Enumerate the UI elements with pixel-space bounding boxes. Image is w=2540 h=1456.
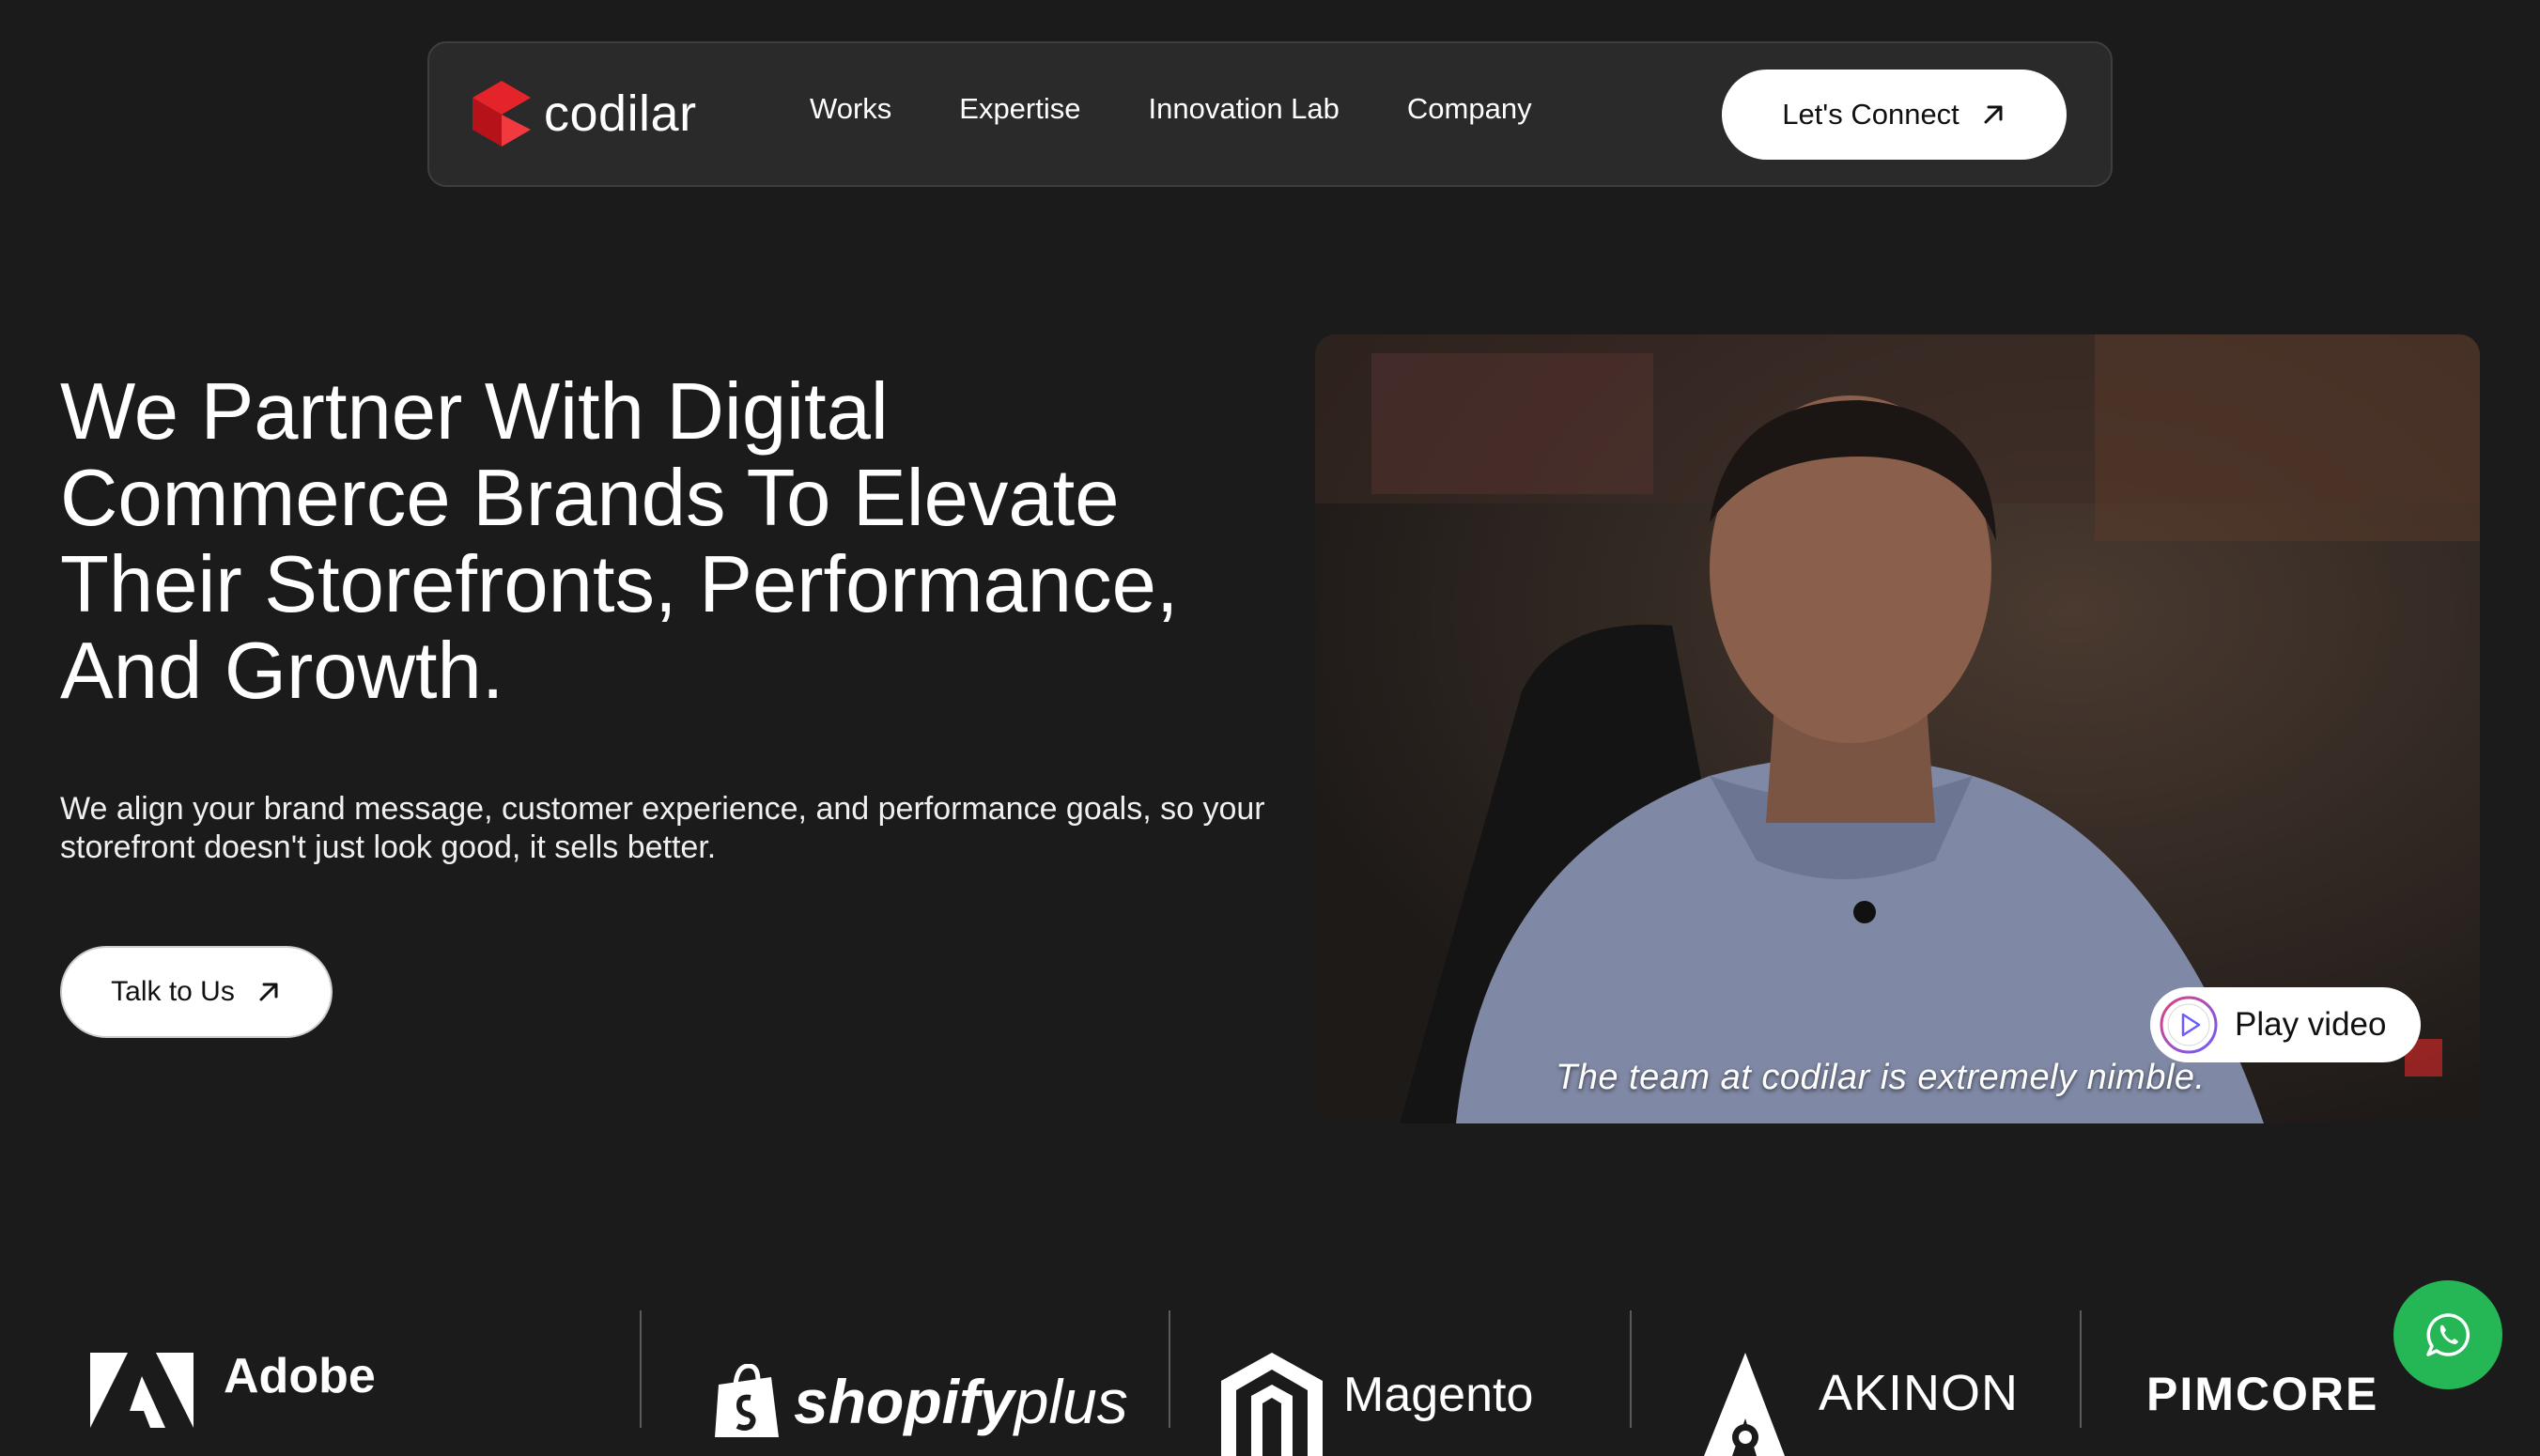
- magento-icon: [1221, 1353, 1323, 1456]
- shopify-plus-partner-logo: shopify plus: [709, 1364, 1128, 1439]
- logo-divider: [1169, 1310, 1170, 1428]
- nav-link-expertise[interactable]: Expertise: [959, 92, 1080, 126]
- adobe-name: Adobe: [224, 1349, 376, 1403]
- magento-partner-logo: Magento: [1221, 1353, 1533, 1456]
- talk-to-us-button[interactable]: Talk to Us: [60, 946, 333, 1038]
- lets-connect-button[interactable]: Let's Connect: [1722, 70, 2067, 160]
- play-video-label: Play video: [2235, 1006, 2387, 1043]
- hero-title: We Partner With Digital Commerce Brands …: [60, 367, 1179, 716]
- logo-divider: [640, 1310, 642, 1428]
- shopify-bag-icon: [715, 1364, 779, 1437]
- nav-link-innovation-lab[interactable]: Innovation Lab: [1149, 92, 1340, 126]
- nav-link-company[interactable]: Company: [1407, 92, 1532, 126]
- arrow-up-right-icon: [1984, 105, 2003, 124]
- akinon-icon: [1704, 1353, 1785, 1456]
- magento-name: Magento: [1343, 1368, 1534, 1422]
- pimcore-name: PIMCORE: [2146, 1368, 2379, 1420]
- logo-text: codilar: [544, 85, 697, 142]
- logo-divider: [1630, 1310, 1632, 1428]
- video-caption: The team at codilar is extremely nimble.: [1556, 1058, 2206, 1097]
- arrow-up-right-icon: [259, 983, 278, 1001]
- brand-logo[interactable]: codilar: [472, 81, 697, 147]
- adobe-partner-logo: Adobe: [90, 1349, 376, 1428]
- akinon-partner-logo: AKINON: [1700, 1353, 2019, 1456]
- talk-to-us-label: Talk to Us: [111, 976, 235, 1007]
- shopify-name: shopify: [794, 1367, 1014, 1436]
- top-navigation: codilar Works Expertise Innovation Lab C…: [427, 41, 2113, 187]
- shopify-plus-suffix: plus: [1014, 1367, 1128, 1436]
- codilar-logo-icon: [472, 81, 531, 147]
- akinon-name: AKINON: [1819, 1365, 2020, 1421]
- lets-connect-label: Let's Connect: [1782, 98, 1959, 131]
- pimcore-partner-logo: PIMCORE: [2146, 1367, 2378, 1421]
- whatsapp-chat-button[interactable]: [2393, 1280, 2502, 1389]
- nav-link-works[interactable]: Works: [810, 92, 891, 126]
- nav-links: Works Expertise Innovation Lab Company: [810, 92, 1600, 126]
- testimonial-video[interactable]: The team at codilar is extremely nimble.…: [1315, 334, 2480, 1123]
- play-circle-icon: [2160, 996, 2218, 1054]
- adobe-icon: [90, 1353, 194, 1428]
- whatsapp-icon: [2426, 1313, 2470, 1356]
- hero-subtitle: We align your brand message, customer ex…: [60, 791, 1265, 865]
- play-video-button[interactable]: Play video: [2150, 987, 2421, 1062]
- logo-divider: [2080, 1310, 2082, 1428]
